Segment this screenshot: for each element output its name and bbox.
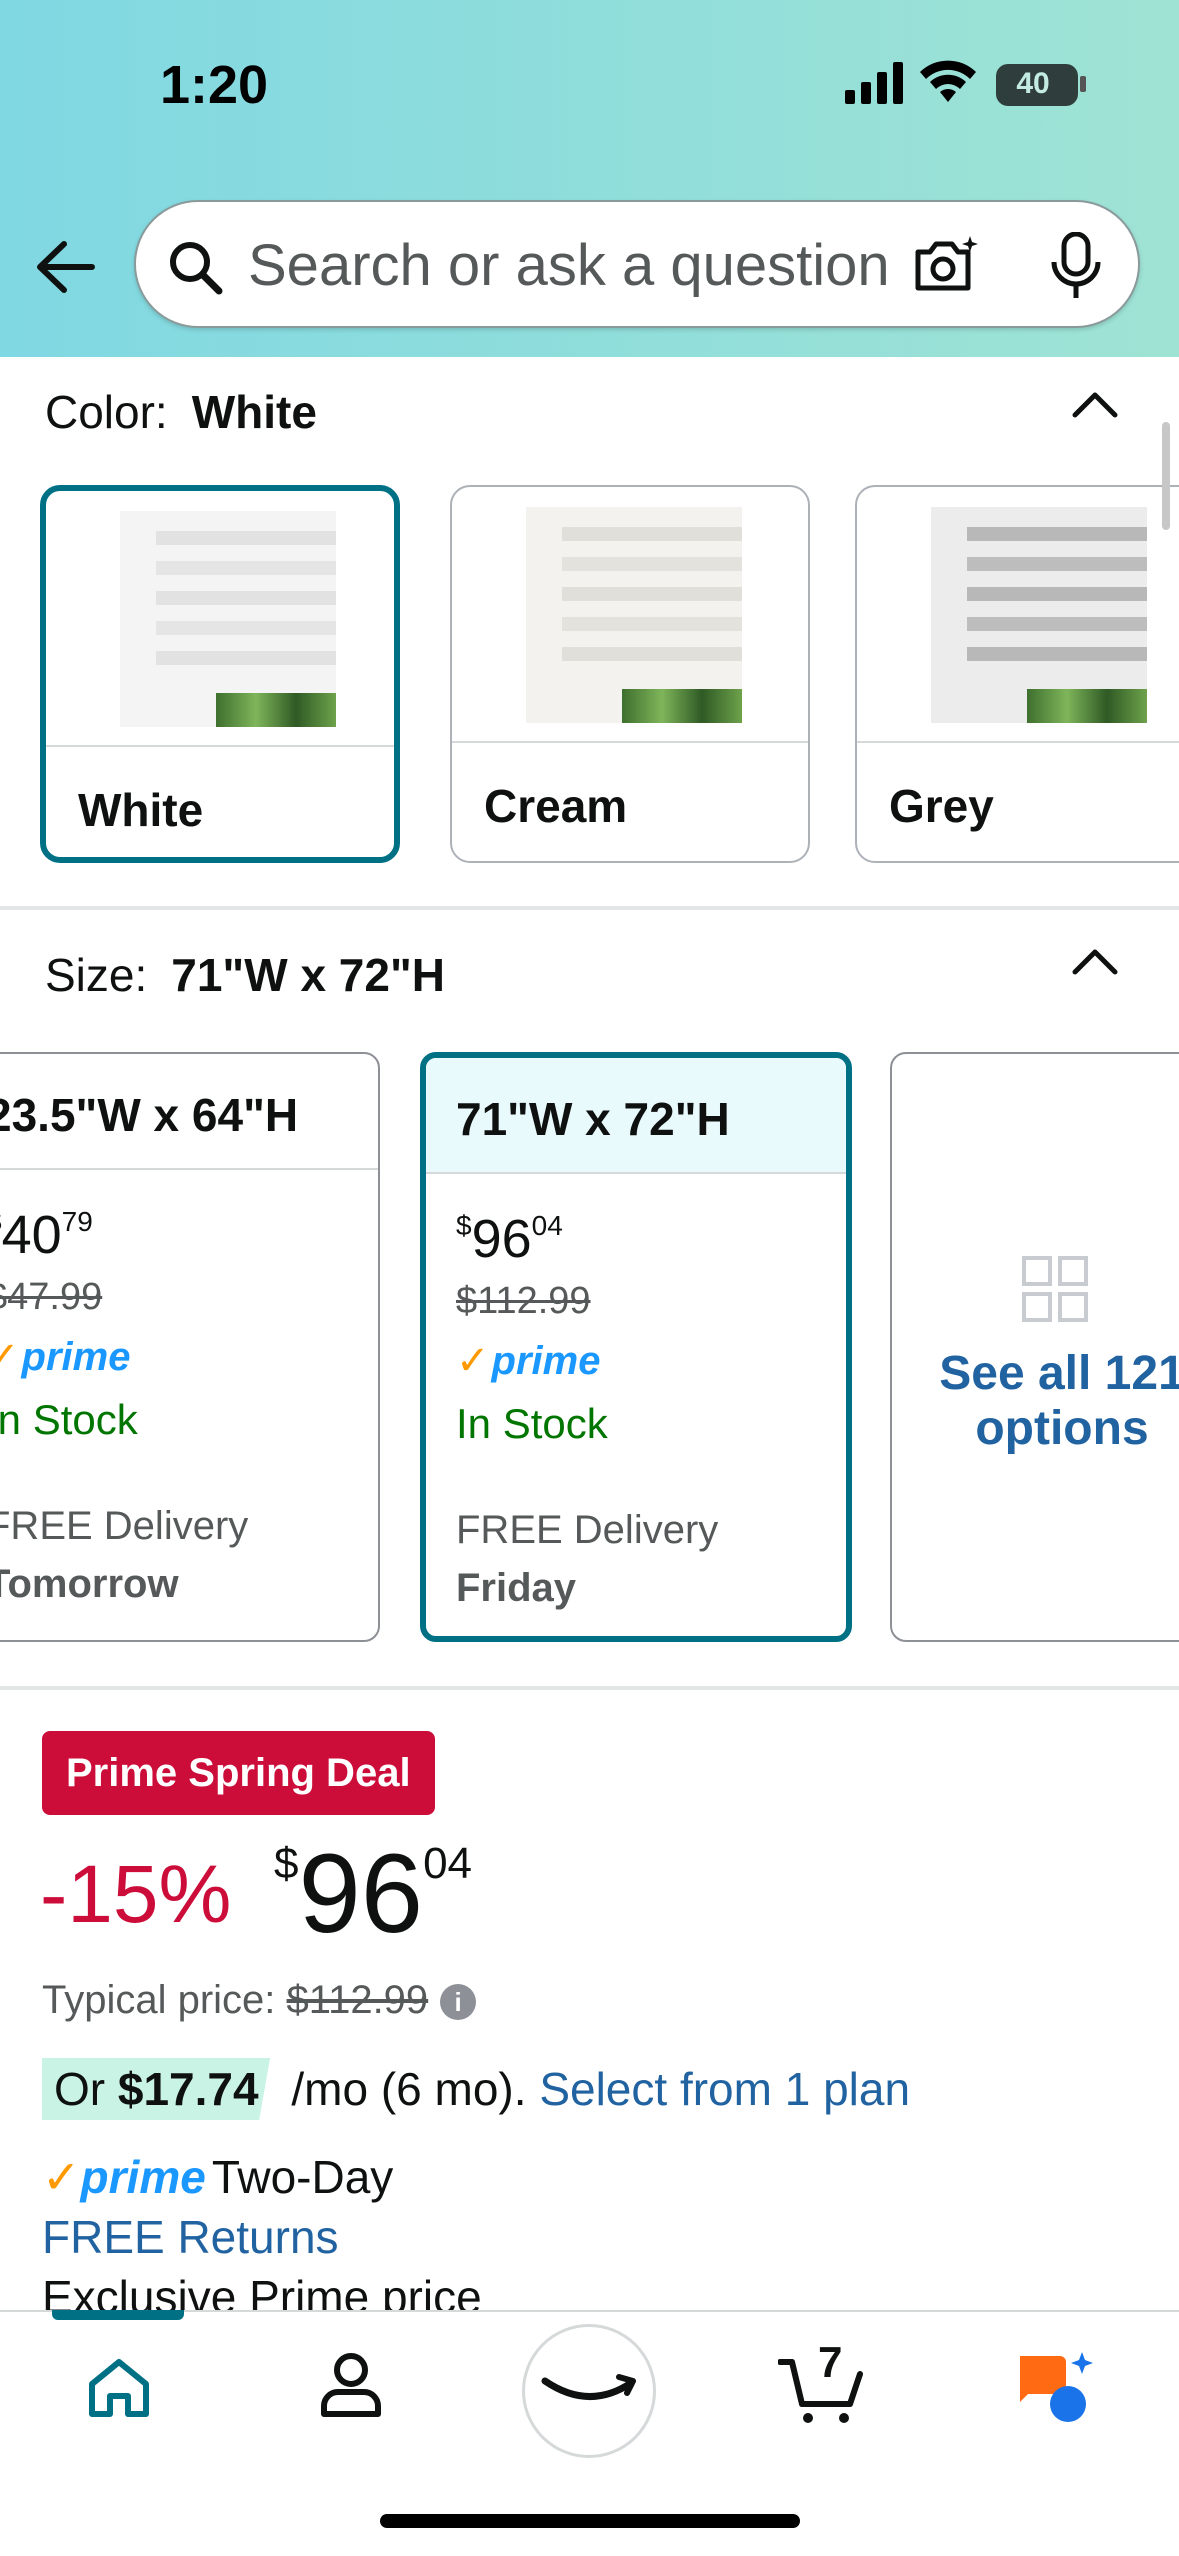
shipping-speed: Two-Day: [211, 2151, 394, 2203]
battery-icon: 40: [996, 64, 1078, 106]
prime-shipping: ✓prime Two-Day: [42, 2150, 393, 2204]
divider: [0, 906, 1179, 910]
home-indicator: [380, 2514, 800, 2528]
search-bar[interactable]: [134, 200, 1140, 328]
color-section: Color: White White Cream Grey: [0, 357, 1179, 907]
prime-logo: ✓prime: [42, 2151, 206, 2203]
white-blind-image: [120, 511, 336, 727]
chevron-up-icon[interactable]: [1070, 387, 1120, 421]
size-option-23-5x64[interactable]: 23.5"W x 64"H $4079 $47.99 ✓prime In Sto…: [0, 1052, 380, 1642]
deal-price: $9604: [274, 1831, 473, 1956]
color-option-grey[interactable]: Grey: [855, 485, 1179, 863]
search-input[interactable]: [248, 230, 918, 300]
size-option-title: 71"W x 72"H: [456, 1093, 730, 1145]
info-icon[interactable]: i: [440, 1984, 477, 2021]
discount-percent: -15%: [40, 1849, 232, 1940]
delivery-day: Friday: [456, 1566, 577, 1610]
color-option-name: White: [78, 784, 204, 836]
color-option-name: Cream: [484, 780, 628, 832]
delivery-day: Tomorrow: [0, 1562, 179, 1606]
color-option-white[interactable]: White: [40, 485, 400, 863]
status-time: 1:20: [160, 55, 269, 115]
prime-badge: ✓prime: [0, 1335, 131, 1379]
rufus-assistant-icon[interactable]: [1014, 2348, 1096, 2424]
prime-badge: ✓prime: [456, 1339, 601, 1383]
size-option-list-price: $112.99: [456, 1280, 591, 1322]
battery-cap: [1080, 76, 1086, 92]
plan-term: /mo (6 mo).: [291, 2063, 527, 2115]
divider: [0, 1686, 1179, 1690]
cream-blind-image: [526, 507, 742, 723]
amazon-home-button[interactable]: [522, 2324, 656, 2458]
back-arrow-icon[interactable]: [30, 232, 100, 302]
delivery-label: FREE Delivery: [0, 1504, 249, 1548]
camera-icon[interactable]: [912, 234, 978, 296]
account-icon[interactable]: [320, 2352, 382, 2418]
chevron-up-icon[interactable]: [1070, 944, 1120, 978]
see-all-options-button[interactable]: See all 121 options: [890, 1052, 1179, 1642]
wifi-icon: [920, 60, 976, 102]
deal-badge: Prime Spring Deal: [42, 1731, 435, 1815]
typical-price: Typical price: $112.99 i: [42, 1978, 477, 2023]
stock-status: In Stock: [456, 1400, 608, 1447]
size-selected-value: 71"W x 72"H: [171, 949, 445, 1001]
see-all-options-label: See all 121 options: [939, 1347, 1179, 1456]
color-selected-value: White: [191, 386, 317, 438]
stock-status: In Stock: [0, 1396, 138, 1443]
payment-plan-row: Or $17.74 /mo (6 mo). Select from 1 plan: [42, 2058, 910, 2120]
search-icon: [170, 242, 223, 295]
header: 1:20 40: [0, 0, 1179, 357]
select-plan-link[interactable]: Select from 1 plan: [539, 2063, 910, 2115]
scrollbar[interactable]: [1162, 422, 1170, 530]
color-option-cream[interactable]: Cream: [450, 485, 810, 863]
color-label: Color: White: [45, 386, 317, 438]
free-returns-link[interactable]: FREE Returns: [42, 2210, 339, 2264]
delivery-label: FREE Delivery: [456, 1508, 719, 1552]
size-option-price: $9604: [456, 1209, 563, 1269]
cart-count: 7: [818, 2338, 843, 2387]
color-option-name: Grey: [889, 780, 994, 832]
amazon-smile-icon: [541, 2374, 636, 2400]
size-option-price: $4079: [0, 1205, 93, 1265]
battery-level: 40: [1016, 67, 1050, 100]
grey-blind-image: [931, 507, 1147, 723]
active-tab-indicator: [52, 2310, 184, 2320]
size-label: Size: 71"W x 72"H: [45, 949, 445, 1001]
microphone-icon[interactable]: [1048, 232, 1104, 300]
size-option-list-price: $47.99: [0, 1276, 103, 1318]
home-icon[interactable]: [86, 2356, 152, 2418]
plan-amount-highlight: Or $17.74: [42, 2058, 279, 2120]
cellular-signal-icon: [845, 62, 903, 104]
size-option-title: 23.5"W x 64"H: [0, 1089, 299, 1141]
grid-icon: [1022, 1256, 1088, 1322]
size-option-71x72[interactable]: 71"W x 72"H $9604 $112.99 ✓prime In Stoc…: [420, 1052, 852, 1642]
